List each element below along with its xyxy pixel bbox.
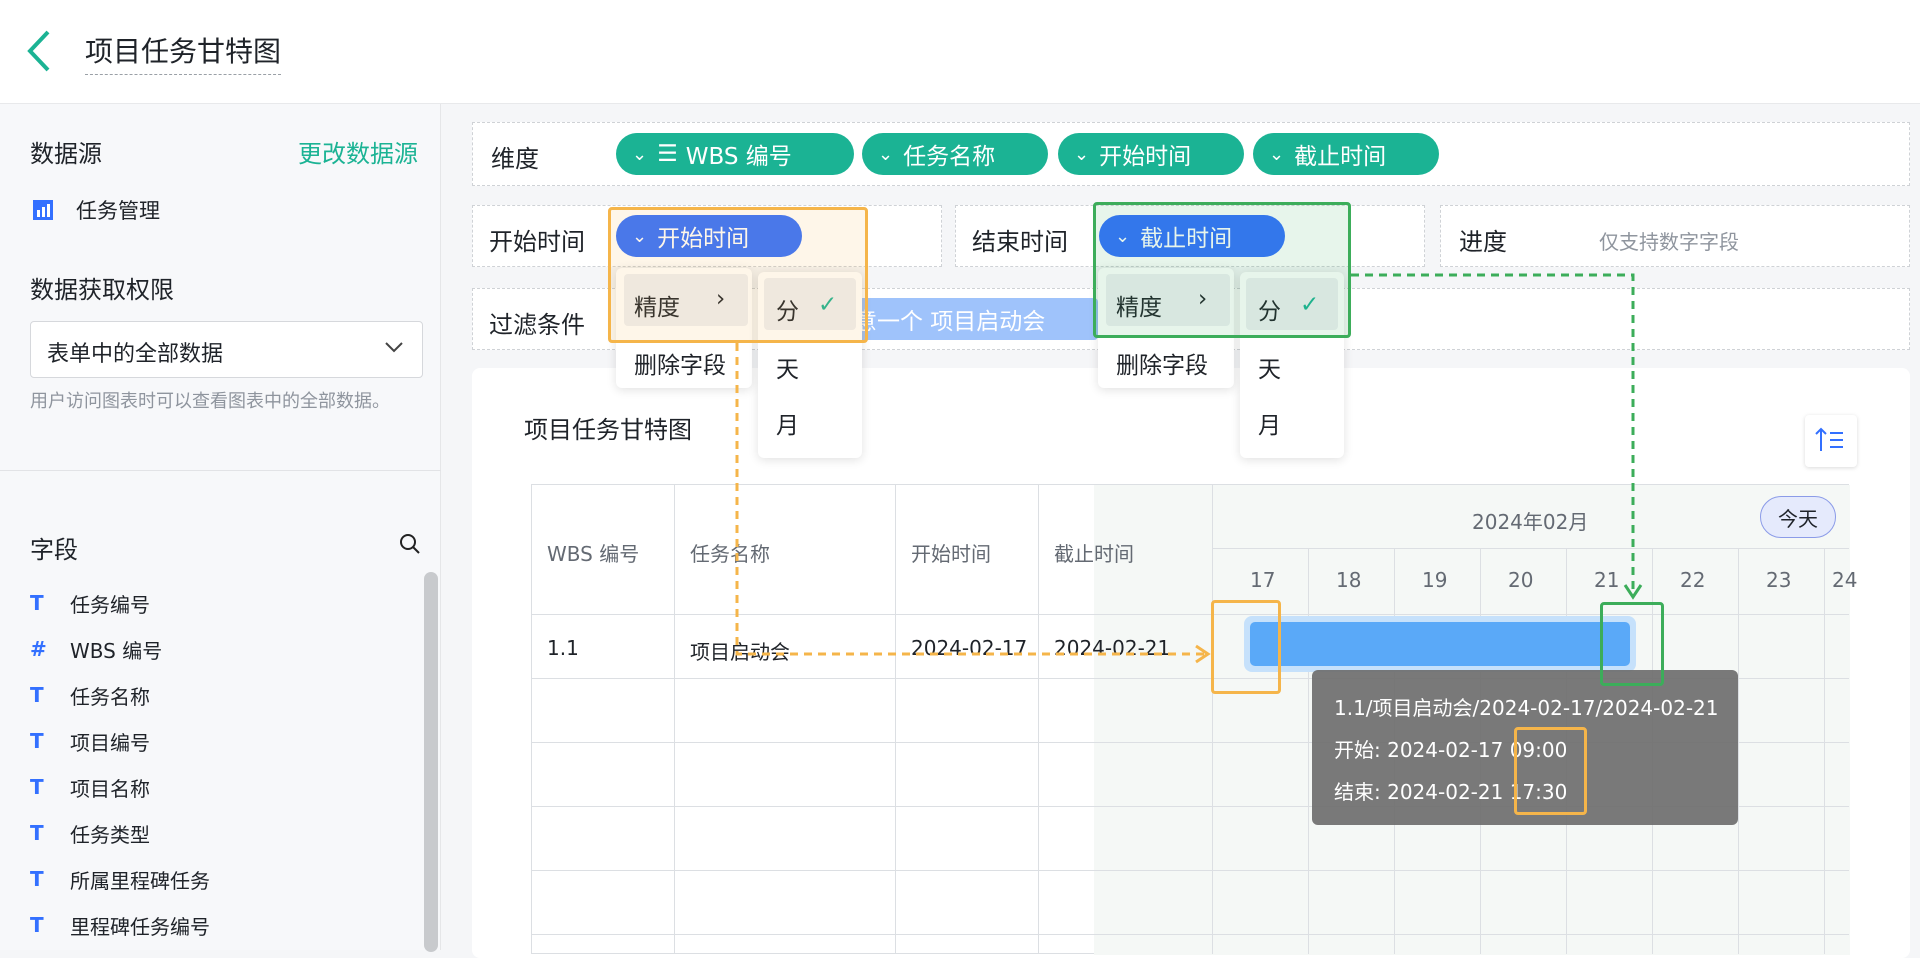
annotation-arrows (735, 273, 1643, 664)
